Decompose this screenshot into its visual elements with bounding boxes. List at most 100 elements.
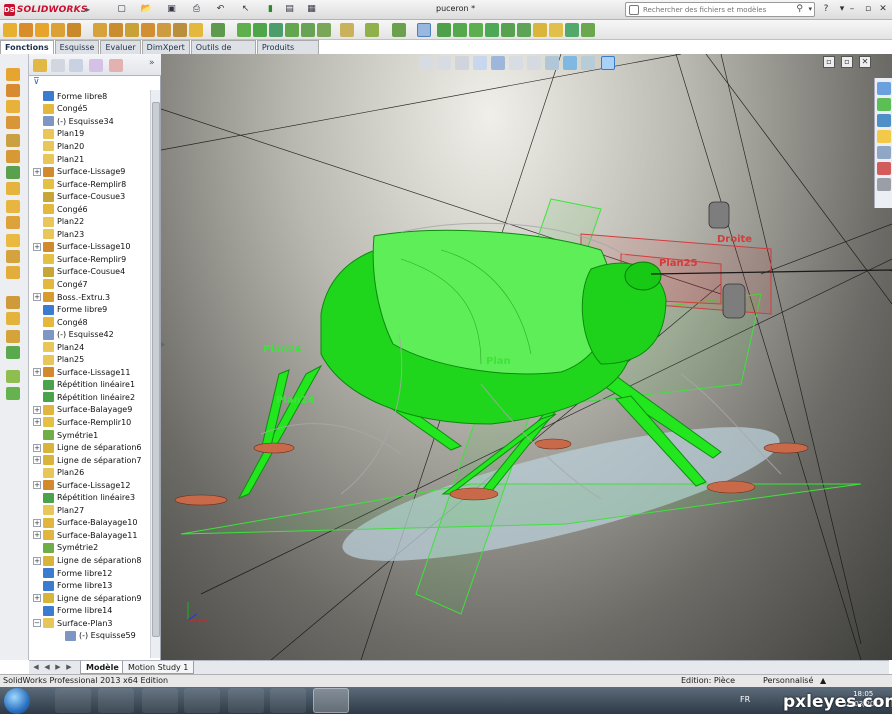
paint-app-icon[interactable]	[270, 688, 306, 713]
tree-item[interactable]: + Surface-Lissage11	[29, 366, 151, 379]
loft-icon[interactable]	[6, 116, 20, 129]
pattern-icon[interactable]	[6, 166, 20, 179]
shell-tool-icon[interactable]	[6, 234, 20, 247]
tree-item[interactable]: Répétition linéaire1	[29, 379, 151, 392]
swept-cut-icon[interactable]	[141, 23, 155, 37]
custom-properties-icon[interactable]	[877, 162, 891, 175]
viewport-restore-icon[interactable]: ▫	[841, 56, 853, 68]
filled-surface-icon[interactable]	[517, 23, 531, 37]
tree-item[interactable]: + Ligne de séparation7	[29, 454, 151, 467]
tree-item[interactable]: Surface-Remplir8	[29, 178, 151, 191]
hide-show-items-icon[interactable]	[527, 56, 541, 70]
status-units[interactable]: Personnalisé	[763, 675, 813, 687]
tree-item[interactable]: Symétrie2	[29, 542, 151, 555]
instant3d-toggle-icon[interactable]	[417, 23, 431, 37]
instant3d-icon[interactable]	[392, 23, 406, 37]
print-icon[interactable]: ⎙	[190, 3, 203, 16]
tree-item[interactable]: Forme libre12	[29, 567, 151, 580]
file-explorer-icon[interactable]	[98, 688, 134, 713]
surface-revolve-icon[interactable]	[453, 23, 467, 37]
restore-icon[interactable]: ▫	[862, 3, 874, 15]
save-icon[interactable]: ▣	[165, 3, 178, 16]
cut-icon[interactable]	[6, 134, 20, 147]
revolved-cut-icon[interactable]	[125, 23, 139, 37]
tree-item[interactable]: + Ligne de séparation9	[29, 592, 151, 605]
curve-tool-icon[interactable]	[6, 387, 20, 400]
tree-item[interactable]: + Surface-Balayage11	[29, 529, 151, 542]
tree-item[interactable]: + Surface-Lissage10	[29, 241, 151, 254]
tree-item[interactable]: Plan23	[29, 228, 151, 241]
expand-icon[interactable]: +	[33, 418, 41, 427]
forum-icon[interactable]	[877, 178, 891, 191]
revolve-icon[interactable]	[6, 84, 20, 97]
last-tab-icon[interactable]: ▶	[64, 662, 74, 672]
rib-icon[interactable]	[237, 23, 251, 37]
intersect-icon[interactable]	[301, 23, 315, 37]
expand-icon[interactable]: +	[33, 594, 41, 603]
tree-item[interactable]: Surface-Remplir9	[29, 253, 151, 266]
tab-dimxpert[interactable]: DimXpert	[141, 40, 190, 54]
tree-scrollbar-thumb[interactable]	[152, 102, 160, 637]
tree-item[interactable]: Plan24	[29, 341, 151, 354]
sweep-icon[interactable]	[6, 100, 20, 113]
reference-geometry-icon[interactable]	[340, 23, 354, 37]
tree-item[interactable]: − Surface-Plan3	[29, 617, 151, 630]
tree-item[interactable]: Plan21	[29, 153, 151, 166]
section-view-icon[interactable]	[473, 56, 487, 70]
help-icon[interactable]: ?	[820, 3, 832, 15]
magnifier-icon[interactable]: ⚲	[796, 4, 803, 14]
tree-item[interactable]: Congé6	[29, 203, 151, 216]
tree-item[interactable]: Surface-Cousue3	[29, 190, 151, 203]
search-scope-icon[interactable]	[629, 5, 639, 15]
tab-fonctions[interactable]: Fonctions	[0, 40, 54, 54]
configurationmanager-tab-icon[interactable]	[69, 59, 83, 72]
rebuild-icon[interactable]: ▮	[264, 3, 277, 16]
solidworks-logo[interactable]: DS SOLIDWORKS	[4, 2, 87, 17]
tree-item[interactable]: + Ligne de séparation8	[29, 554, 151, 567]
zoom-area-icon[interactable]	[437, 56, 451, 70]
tab-outils-de-rendu[interactable]: Outils de rendu	[190, 40, 256, 65]
internet-explorer-icon[interactable]	[55, 688, 91, 713]
surface-extrude-icon[interactable]	[437, 23, 451, 37]
tree-item[interactable]: Plan25	[29, 353, 151, 366]
panel-splitter-icon[interactable]: ▸	[161, 340, 167, 360]
mirror-tool-icon[interactable]	[6, 296, 20, 309]
tree-item[interactable]: + Surface-Remplir10	[29, 416, 151, 429]
tree-item[interactable]: Répétition linéaire3	[29, 492, 151, 505]
close-icon[interactable]: ✕	[877, 3, 889, 15]
tree-item[interactable]: Symétrie1	[29, 429, 151, 442]
lofted-boss-icon[interactable]	[51, 23, 65, 37]
trim-surface-icon[interactable]	[581, 23, 595, 37]
search-input[interactable]	[643, 4, 793, 16]
revolved-boss-icon[interactable]	[19, 23, 33, 37]
tab-produits-office[interactable]: Produits Office	[256, 40, 319, 65]
language-indicator[interactable]: FR	[740, 695, 750, 704]
design-library-icon[interactable]	[877, 98, 891, 111]
display-style-icon[interactable]	[509, 56, 523, 70]
ruled-surface-icon[interactable]	[565, 23, 579, 37]
tab-model[interactable]: Modèle	[80, 661, 125, 674]
tree-item[interactable]: Plan19	[29, 128, 151, 141]
file-properties-icon[interactable]: ▤	[283, 3, 296, 16]
select-arrow-icon[interactable]: ↖	[239, 3, 252, 16]
dome-icon[interactable]	[6, 266, 20, 279]
viewport-split-icon[interactable]: ▫	[823, 56, 835, 68]
tree-item[interactable]: Congé8	[29, 316, 151, 329]
expand-icon[interactable]: +	[33, 443, 41, 452]
new-document-icon[interactable]: ▢	[115, 3, 128, 16]
tab-motion-study[interactable]: Motion Study 1	[122, 661, 195, 674]
offset-surface-icon[interactable]	[549, 23, 563, 37]
tree-item[interactable]: + Surface-Balayage10	[29, 517, 151, 530]
fillet-tool-icon[interactable]	[6, 182, 20, 195]
expand-icon[interactable]: +	[33, 518, 41, 527]
boundary-boss-icon[interactable]	[67, 23, 81, 37]
collapse-icon[interactable]: −	[33, 619, 41, 628]
next-tab-icon[interactable]: ▶	[53, 662, 63, 672]
media-player-icon[interactable]	[142, 688, 178, 713]
expand-icon[interactable]: +	[33, 456, 41, 465]
expand-icon[interactable]: +	[33, 531, 41, 540]
appearances-icon[interactable]	[877, 146, 891, 159]
tree-item[interactable]: + Surface-Lissage12	[29, 479, 151, 492]
undo-icon[interactable]: ↶	[214, 3, 227, 16]
expand-icon[interactable]: +	[33, 481, 41, 490]
